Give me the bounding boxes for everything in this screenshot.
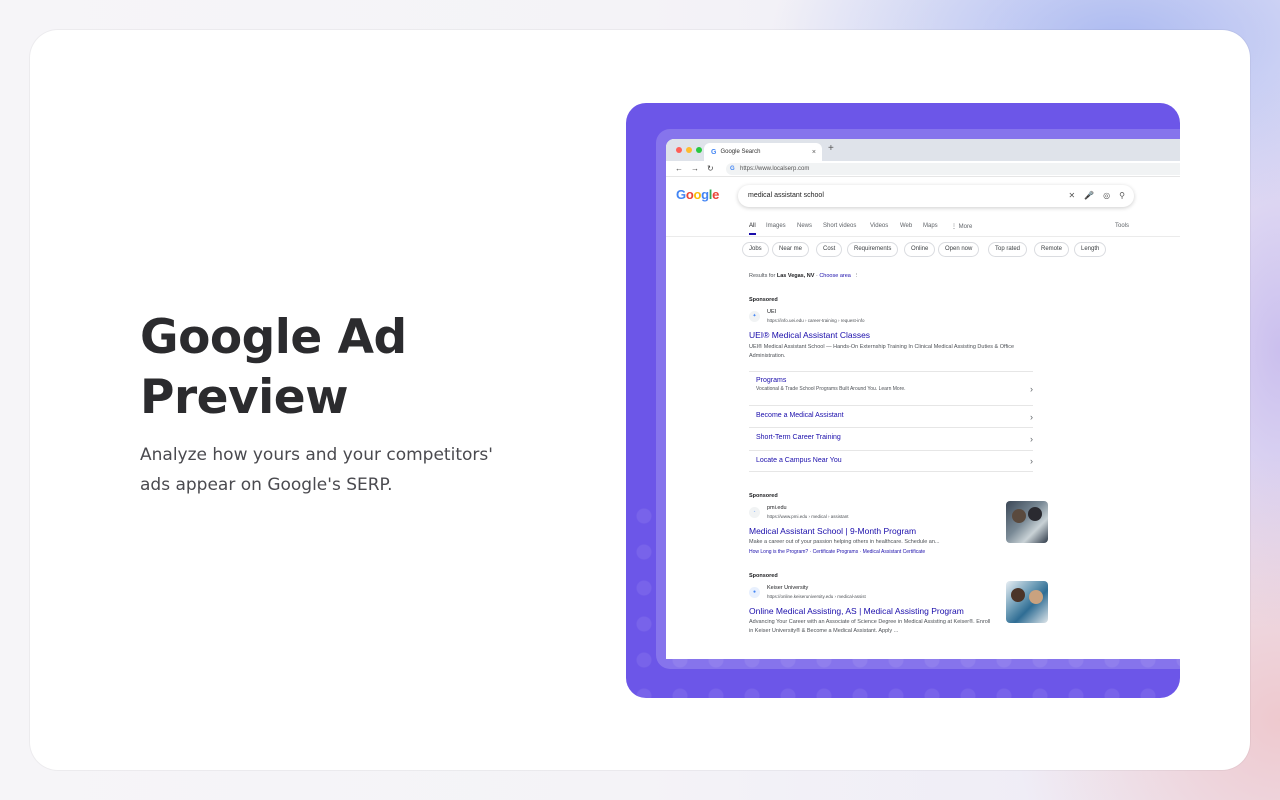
refine-chips: Jobs Near me Cost Requirements Online Op… (666, 237, 1180, 263)
ad-thumbnail-image (1006, 501, 1048, 543)
filter-news[interactable]: News (797, 223, 812, 229)
chip-top-rated[interactable]: Top rated (988, 242, 1028, 257)
filter-tools[interactable]: Tools (1115, 223, 1129, 229)
sitelink-programs[interactable]: Programs Vocational & Trade School Progr… (749, 371, 1033, 405)
maximize-window-button[interactable] (696, 147, 702, 153)
sponsored-label: Sponsored (749, 493, 778, 499)
pmi-favicon-icon: ◦ (749, 507, 760, 518)
reload-icon[interactable]: ↻ (707, 164, 714, 173)
ad-url: https://info.uei.edu › career-training ›… (767, 318, 865, 323)
ad-thumbnail-image (1006, 581, 1048, 623)
clear-icon[interactable]: ✕ (1068, 185, 1075, 207)
ad-description: Advancing Your Career with an Associate … (749, 619, 991, 634)
camera-lens-icon[interactable]: ◎ (1103, 185, 1110, 207)
page-title: Google Ad Preview (140, 310, 407, 425)
chevron-right-icon: › (1030, 411, 1033, 422)
uei-favicon-icon: ✦ (749, 311, 760, 322)
location-name: Las Vegas, NV (776, 273, 815, 279)
sitelink-become-medical-assistant[interactable]: Become a Medical Assistant › (749, 405, 1033, 427)
chip-open-now[interactable]: Open now (938, 242, 980, 257)
google-favicon-icon: G (730, 166, 735, 172)
chip-cost[interactable]: Cost (816, 242, 843, 257)
page-subtitle: Analyze how yours and your competitors' … (140, 445, 493, 495)
filter-short-videos[interactable]: Short videos (823, 223, 856, 229)
back-arrow-icon[interactable]: ← (675, 164, 683, 173)
ad-description: Make a career out of your passion helpin… (749, 539, 940, 545)
filter-all[interactable]: All (749, 223, 756, 235)
keiser-favicon-icon: ● (749, 587, 760, 598)
sitelink-short-term-career[interactable]: Short-Term Career Training › (749, 427, 1033, 450)
ad-url: https://online.keiseruniversity.edu › me… (767, 594, 866, 599)
ad-title-link[interactable]: UEI® Medical Assistant Classes (749, 330, 870, 340)
window-controls (676, 147, 702, 153)
serp-header: Google medical assistant school ✕ 🎤 ◎ ⚲ (666, 177, 1180, 217)
address-bar: ← → ↻ G https://www.localserp.com (666, 161, 1180, 177)
minimize-window-button[interactable] (686, 147, 692, 153)
browser-window: G Google Search × + ← → ↻ G https://www.… (666, 139, 1180, 659)
sponsored-label: Sponsored (749, 297, 778, 303)
microphone-icon[interactable]: 🎤 (1084, 185, 1094, 207)
feature-card: Google Ad Preview Analyze how yours and … (30, 30, 1250, 770)
tab-title: Google Search (720, 149, 761, 155)
chip-near-me[interactable]: Near me (772, 242, 810, 257)
close-window-button[interactable] (676, 147, 682, 153)
browser-tabbar: G Google Search × + (666, 139, 1180, 161)
ad-description: UEI® Medical Assistant School — Hands-On… (749, 344, 1015, 359)
chevron-right-icon: › (1030, 383, 1033, 394)
ad-site-name: pmi.edu (767, 505, 787, 511)
ad-url: https://www.pmi.edu › medical › assistan… (767, 514, 849, 519)
filter-videos[interactable]: Videos (870, 223, 888, 229)
search-input[interactable]: medical assistant school ✕ 🎤 ◎ ⚲ (738, 185, 1134, 207)
forward-arrow-icon[interactable]: → (691, 164, 699, 173)
search-icons: ✕ 🎤 ◎ ⚲ (1068, 185, 1125, 207)
search-icon[interactable]: ⚲ (1119, 185, 1125, 207)
ad-site-name: Keiser University (767, 585, 809, 591)
filter-images[interactable]: Images (766, 223, 786, 229)
sponsored-label: Sponsored (749, 573, 778, 579)
new-tab-icon[interactable]: + (828, 143, 834, 154)
google-favicon-icon: G (711, 148, 717, 156)
chip-online[interactable]: Online (904, 242, 936, 257)
url-input[interactable]: G https://www.localserp.com (726, 163, 1180, 175)
location-notice: Results for Las Vegas, NV · Choose area … (749, 273, 860, 279)
choose-area-link[interactable]: Choose area (819, 273, 851, 279)
ad-title-link[interactable]: Medical Assistant School | 9-Month Progr… (749, 526, 916, 536)
close-tab-icon[interactable]: × (812, 149, 816, 156)
ad-site-name: UEI (767, 309, 777, 315)
chip-requirements[interactable]: Requirements (847, 242, 899, 257)
sitelink-locate-campus[interactable]: Locate a Campus Near You › (749, 450, 1033, 472)
ad-title-link[interactable]: Online Medical Assisting, AS | Medical A… (749, 606, 964, 616)
nav-buttons: ← → ↻ (675, 164, 714, 173)
chevron-right-icon: › (1030, 434, 1033, 444)
filter-maps[interactable]: Maps (923, 223, 938, 229)
search-query: medical assistant school (748, 192, 824, 199)
chip-jobs[interactable]: Jobs (742, 242, 769, 257)
url-text: https://www.localserp.com (740, 166, 810, 172)
chip-remote[interactable]: Remote (1034, 242, 1070, 257)
chip-length[interactable]: Length (1074, 242, 1107, 257)
filter-web[interactable]: Web (900, 223, 912, 229)
chevron-right-icon: › (1030, 456, 1033, 466)
ad-inline-sitelinks[interactable]: How Long is the Program? · Certificate P… (749, 549, 925, 555)
preview-panel: G Google Search × + ← → ↻ G https://www.… (626, 103, 1180, 698)
google-logo[interactable]: Google (676, 187, 719, 202)
filter-more[interactable]: ⋮ More (951, 223, 972, 230)
tab-google-search[interactable]: G Google Search × (704, 143, 822, 161)
search-filter-tabs: All Images News Short videos Videos Web … (666, 217, 1180, 237)
